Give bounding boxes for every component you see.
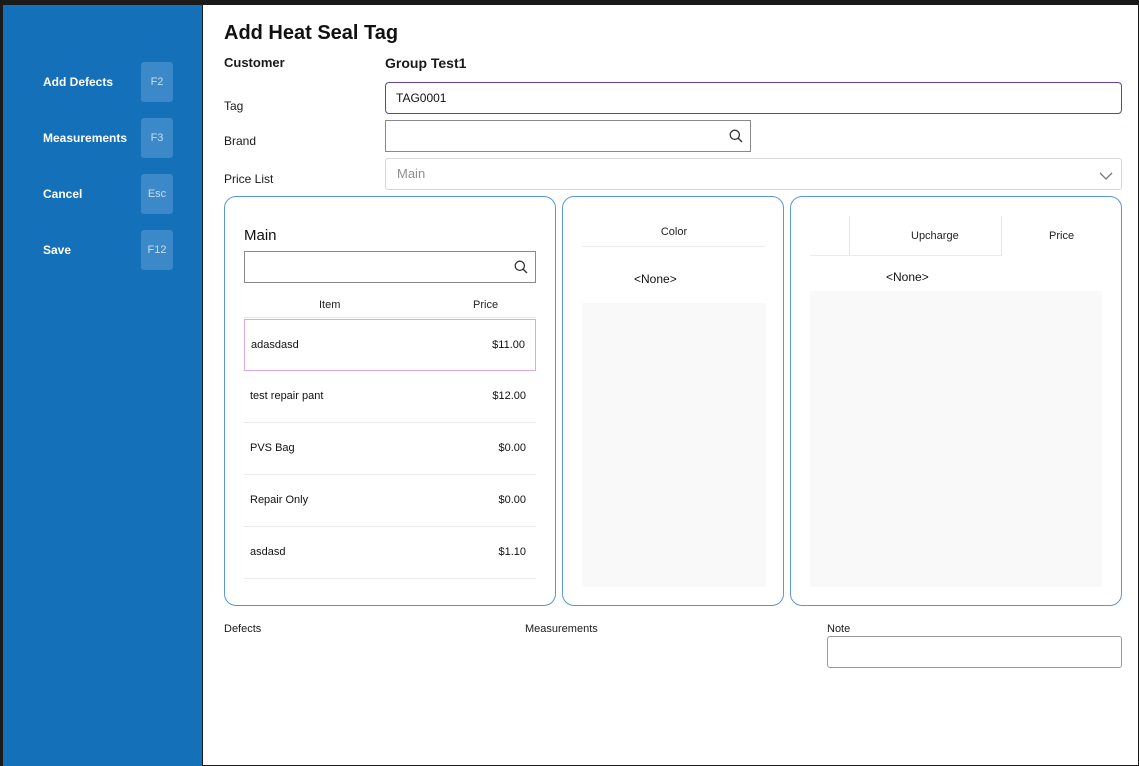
- brand-search-input[interactable]: [385, 120, 751, 152]
- tag-label: Tag: [224, 99, 244, 113]
- item-name: asdasd: [250, 546, 286, 558]
- table-row[interactable]: adasdasd $11.00: [244, 319, 536, 371]
- chevron-down-icon: [1099, 168, 1113, 186]
- shortcut-badge-f2: F2: [141, 62, 173, 102]
- shortcut-badge-f12: F12: [141, 230, 173, 270]
- table-row[interactable]: PVS Bag $0.00: [244, 423, 536, 475]
- item-name: adasdasd: [251, 339, 299, 351]
- measurements-section-label: Measurements: [525, 623, 598, 635]
- item-price: $1.10: [498, 546, 526, 558]
- item-name: PVS Bag: [250, 442, 295, 454]
- shortcut-badge-esc: Esc: [141, 174, 173, 214]
- item-price: $0.00: [498, 494, 526, 506]
- table-row[interactable]: Repair Only $0.00: [244, 475, 536, 527]
- color-panel: Color <None>: [562, 196, 784, 606]
- item-price: $0.00: [498, 442, 526, 454]
- add-defects-label: Add Defects: [43, 75, 114, 89]
- price-list-select[interactable]: Main: [385, 158, 1122, 190]
- measurements-button[interactable]: Measurements F3: [3, 118, 202, 158]
- upcharge-column-header: Upcharge: [911, 230, 959, 242]
- defects-label: Defects: [224, 623, 262, 635]
- items-panel-title: Main: [244, 227, 277, 244]
- upcharge-price-column-header: Price: [1049, 230, 1075, 242]
- heat-seal-tag-dialog: Add Heat Seal Tag Customer Group Test1 T…: [203, 5, 1138, 765]
- upcharge-none-option[interactable]: <None>: [886, 270, 929, 284]
- search-icon[interactable]: [729, 129, 743, 143]
- item-price: $11.00: [492, 339, 525, 351]
- item-search-input[interactable]: [244, 251, 536, 283]
- color-list-area: [582, 303, 766, 587]
- items-panel: Main Item Price adasdasd $11.00 test rep…: [224, 196, 556, 606]
- upcharge-list-area: [810, 291, 1102, 587]
- add-defects-button[interactable]: Add Defects F2: [3, 62, 202, 102]
- color-none-option[interactable]: <None>: [634, 272, 677, 286]
- measurements-label: Measurements: [43, 131, 128, 145]
- note-input[interactable]: [827, 636, 1122, 668]
- customer-value: Group Test1: [385, 55, 467, 71]
- column-divider: [849, 216, 850, 256]
- color-column-header: Color: [660, 226, 688, 238]
- price-list-label: Price List: [224, 172, 274, 186]
- cancel-label: Cancel: [43, 187, 83, 201]
- table-row[interactable]: asdasd $1.10: [244, 527, 536, 579]
- action-sidebar: Add Defects F2 Measurements F3 Cancel Es…: [3, 5, 202, 766]
- table-row[interactable]: test repair pant $12.00: [244, 371, 536, 423]
- shortcut-badge-f3: F3: [141, 118, 173, 158]
- tag-input[interactable]: [385, 82, 1122, 114]
- item-column-header: Item: [319, 299, 341, 311]
- header-divider: [244, 317, 536, 318]
- dialog-title: Add Heat Seal Tag: [224, 22, 399, 44]
- brand-label: Brand: [224, 134, 257, 148]
- item-price: $12.00: [492, 390, 526, 402]
- item-name: test repair pant: [250, 390, 324, 402]
- save-button[interactable]: Save F12: [3, 230, 202, 270]
- price-list-selected-value: Main: [397, 166, 426, 181]
- search-icon[interactable]: [514, 260, 528, 274]
- header-divider: [810, 255, 1001, 256]
- note-label: Note: [827, 623, 851, 635]
- save-label: Save: [43, 243, 72, 257]
- customer-label: Customer: [224, 55, 285, 70]
- header-divider: [582, 246, 766, 247]
- column-divider: [1001, 216, 1002, 256]
- price-column-header: Price: [473, 299, 499, 311]
- cancel-button[interactable]: Cancel Esc: [3, 174, 202, 214]
- item-name: Repair Only: [250, 494, 309, 506]
- upcharge-panel: Upcharge Price <None>: [790, 196, 1122, 606]
